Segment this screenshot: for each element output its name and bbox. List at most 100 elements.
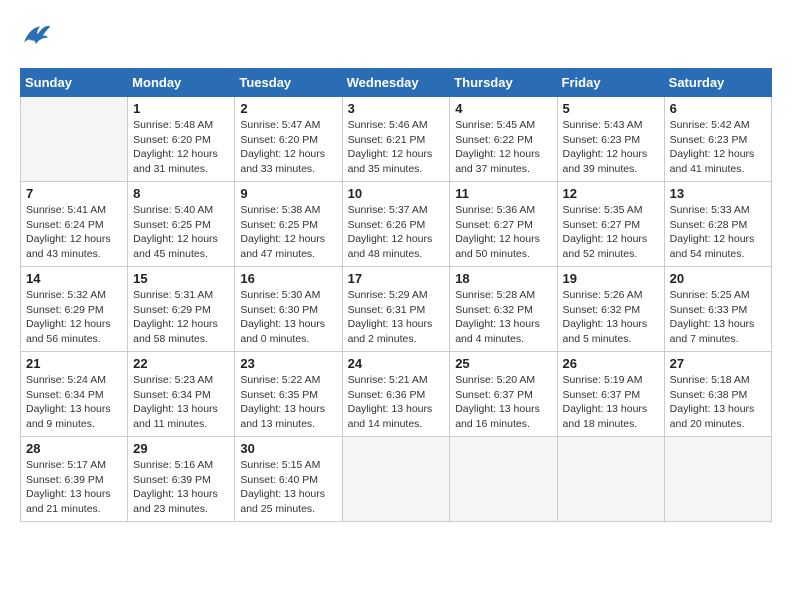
day-header-thursday: Thursday <box>450 69 557 97</box>
calendar-cell: 12Sunrise: 5:35 AM Sunset: 6:27 PM Dayli… <box>557 182 664 267</box>
calendar-cell: 27Sunrise: 5:18 AM Sunset: 6:38 PM Dayli… <box>664 352 771 437</box>
calendar-header-row: SundayMondayTuesdayWednesdayThursdayFrid… <box>21 69 772 97</box>
day-header-friday: Friday <box>557 69 664 97</box>
day-number: 16 <box>240 271 336 286</box>
week-row-4: 21Sunrise: 5:24 AM Sunset: 6:34 PM Dayli… <box>21 352 772 437</box>
day-info: Sunrise: 5:47 AM Sunset: 6:20 PM Dayligh… <box>240 118 336 177</box>
week-row-2: 7 Sunrise: 5:41 AM Sunset: 6:24 PM Daylig… <box>21 182 772 267</box>
day-number: 14 <box>26 271 122 286</box>
day-info: Sunrise: 5:22 AM Sunset: 6:35 PM Dayligh… <box>240 373 336 432</box>
calendar-cell: 3 Sunrise: 5:46 AM Sunset: 6:21 PM Daylig… <box>342 97 450 182</box>
day-info: Sunrise: 5:41 AM Sunset: 6:24 PM Dayligh… <box>26 203 122 262</box>
day-info: Sunrise: 5:36 AM Sunset: 6:27 PM Dayligh… <box>455 203 551 262</box>
day-number: 4 <box>455 101 551 116</box>
logo-icon <box>20 20 52 52</box>
day-number: 23 <box>240 356 336 371</box>
day-info: Sunrise: 5:42 AM Sunset: 6:23 PM Dayligh… <box>670 118 766 177</box>
day-number: 9 <box>240 186 336 201</box>
day-info: Sunrise: 5:43 AM Sunset: 6:23 PM Dayligh… <box>563 118 659 177</box>
day-number: 20 <box>670 271 766 286</box>
page-header <box>20 20 772 52</box>
calendar-cell: 26Sunrise: 5:19 AM Sunset: 6:37 PM Dayli… <box>557 352 664 437</box>
calendar-cell: 15Sunrise: 5:31 AM Sunset: 6:29 PM Dayli… <box>128 267 235 352</box>
calendar-cell: 5 Sunrise: 5:43 AM Sunset: 6:23 PM Daylig… <box>557 97 664 182</box>
day-number: 25 <box>455 356 551 371</box>
day-info: Sunrise: 5:38 AM Sunset: 6:25 PM Dayligh… <box>240 203 336 262</box>
day-info: Sunrise: 5:26 AM Sunset: 6:32 PM Dayligh… <box>563 288 659 347</box>
day-number: 7 <box>26 186 122 201</box>
day-info: Sunrise: 5:45 AM Sunset: 6:22 PM Dayligh… <box>455 118 551 177</box>
calendar-table: SundayMondayTuesdayWednesdayThursdayFrid… <box>20 68 772 522</box>
day-number: 3 <box>348 101 445 116</box>
calendar-cell: 25Sunrise: 5:20 AM Sunset: 6:37 PM Dayli… <box>450 352 557 437</box>
day-info: Sunrise: 5:15 AM Sunset: 6:40 PM Dayligh… <box>240 458 336 517</box>
calendar-cell: 7 Sunrise: 5:41 AM Sunset: 6:24 PM Daylig… <box>21 182 128 267</box>
day-number: 17 <box>348 271 445 286</box>
day-number: 15 <box>133 271 229 286</box>
day-info: Sunrise: 5:46 AM Sunset: 6:21 PM Dayligh… <box>348 118 445 177</box>
calendar-cell: 10 Sunrise: 5:37 AM Sunset: 6:26 PM Dayli… <box>342 182 450 267</box>
calendar-cell: 28Sunrise: 5:17 AM Sunset: 6:39 PM Dayli… <box>21 437 128 522</box>
week-row-1: 1 Sunrise: 5:48 AM Sunset: 6:20 PM Daylig… <box>21 97 772 182</box>
day-header-tuesday: Tuesday <box>235 69 342 97</box>
day-number: 2 <box>240 101 336 116</box>
day-info: Sunrise: 5:16 AM Sunset: 6:39 PM Dayligh… <box>133 458 229 517</box>
day-info: Sunrise: 5:23 AM Sunset: 6:34 PM Dayligh… <box>133 373 229 432</box>
day-header-sunday: Sunday <box>21 69 128 97</box>
day-header-monday: Monday <box>128 69 235 97</box>
day-info: Sunrise: 5:32 AM Sunset: 6:29 PM Dayligh… <box>26 288 122 347</box>
day-number: 21 <box>26 356 122 371</box>
day-info: Sunrise: 5:33 AM Sunset: 6:28 PM Dayligh… <box>670 203 766 262</box>
week-row-5: 28Sunrise: 5:17 AM Sunset: 6:39 PM Dayli… <box>21 437 772 522</box>
day-info: Sunrise: 5:29 AM Sunset: 6:31 PM Dayligh… <box>348 288 445 347</box>
day-info: Sunrise: 5:40 AM Sunset: 6:25 PM Dayligh… <box>133 203 229 262</box>
day-number: 29 <box>133 441 229 456</box>
calendar-cell <box>450 437 557 522</box>
day-info: Sunrise: 5:30 AM Sunset: 6:30 PM Dayligh… <box>240 288 336 347</box>
calendar-cell: 4 Sunrise: 5:45 AM Sunset: 6:22 PM Daylig… <box>450 97 557 182</box>
calendar-cell: 16 Sunrise: 5:30 AM Sunset: 6:30 PM Dayli… <box>235 267 342 352</box>
calendar-cell: 29 Sunrise: 5:16 AM Sunset: 6:39 PM Dayli… <box>128 437 235 522</box>
day-number: 19 <box>563 271 659 286</box>
day-info: Sunrise: 5:21 AM Sunset: 6:36 PM Dayligh… <box>348 373 445 432</box>
day-header-saturday: Saturday <box>664 69 771 97</box>
day-number: 11 <box>455 186 551 201</box>
calendar-cell: 13 Sunrise: 5:33 AM Sunset: 6:28 PM Dayli… <box>664 182 771 267</box>
calendar-cell: 30 Sunrise: 5:15 AM Sunset: 6:40 PM Dayli… <box>235 437 342 522</box>
calendar-cell: 14 Sunrise: 5:32 AM Sunset: 6:29 PM Dayli… <box>21 267 128 352</box>
day-info: Sunrise: 5:19 AM Sunset: 6:37 PM Dayligh… <box>563 373 659 432</box>
calendar-cell: 23 Sunrise: 5:22 AM Sunset: 6:35 PM Dayli… <box>235 352 342 437</box>
day-info: Sunrise: 5:25 AM Sunset: 6:33 PM Dayligh… <box>670 288 766 347</box>
calendar-cell: 21Sunrise: 5:24 AM Sunset: 6:34 PM Dayli… <box>21 352 128 437</box>
day-info: Sunrise: 5:18 AM Sunset: 6:38 PM Dayligh… <box>670 373 766 432</box>
calendar-cell: 22 Sunrise: 5:23 AM Sunset: 6:34 PM Dayli… <box>128 352 235 437</box>
day-info: Sunrise: 5:48 AM Sunset: 6:20 PM Dayligh… <box>133 118 229 177</box>
calendar-cell: 2 Sunrise: 5:47 AM Sunset: 6:20 PM Daylig… <box>235 97 342 182</box>
day-number: 30 <box>240 441 336 456</box>
day-number: 1 <box>133 101 229 116</box>
day-info: Sunrise: 5:28 AM Sunset: 6:32 PM Dayligh… <box>455 288 551 347</box>
logo <box>20 20 56 52</box>
calendar-cell: 17 Sunrise: 5:29 AM Sunset: 6:31 PM Dayli… <box>342 267 450 352</box>
day-info: Sunrise: 5:37 AM Sunset: 6:26 PM Dayligh… <box>348 203 445 262</box>
calendar-cell: 19 Sunrise: 5:26 AM Sunset: 6:32 PM Dayli… <box>557 267 664 352</box>
calendar-cell <box>342 437 450 522</box>
calendar-cell: 1 Sunrise: 5:48 AM Sunset: 6:20 PM Daylig… <box>128 97 235 182</box>
week-row-3: 14 Sunrise: 5:32 AM Sunset: 6:29 PM Dayli… <box>21 267 772 352</box>
day-number: 24 <box>348 356 445 371</box>
day-number: 13 <box>670 186 766 201</box>
calendar-cell: 11 Sunrise: 5:36 AM Sunset: 6:27 PM Dayli… <box>450 182 557 267</box>
calendar-cell: 8 Sunrise: 5:40 AM Sunset: 6:25 PM Daylig… <box>128 182 235 267</box>
calendar-cell: 20 Sunrise: 5:25 AM Sunset: 6:33 PM Dayli… <box>664 267 771 352</box>
day-header-wednesday: Wednesday <box>342 69 450 97</box>
calendar-cell: 24 Sunrise: 5:21 AM Sunset: 6:36 PM Dayli… <box>342 352 450 437</box>
day-number: 5 <box>563 101 659 116</box>
calendar-cell <box>557 437 664 522</box>
day-info: Sunrise: 5:17 AM Sunset: 6:39 PM Dayligh… <box>26 458 122 517</box>
day-number: 10 <box>348 186 445 201</box>
calendar-cell: 9 Sunrise: 5:38 AM Sunset: 6:25 PM Daylig… <box>235 182 342 267</box>
calendar-cell: 6Sunrise: 5:42 AM Sunset: 6:23 PM Daylig… <box>664 97 771 182</box>
day-number: 8 <box>133 186 229 201</box>
day-number: 22 <box>133 356 229 371</box>
day-number: 12 <box>563 186 659 201</box>
